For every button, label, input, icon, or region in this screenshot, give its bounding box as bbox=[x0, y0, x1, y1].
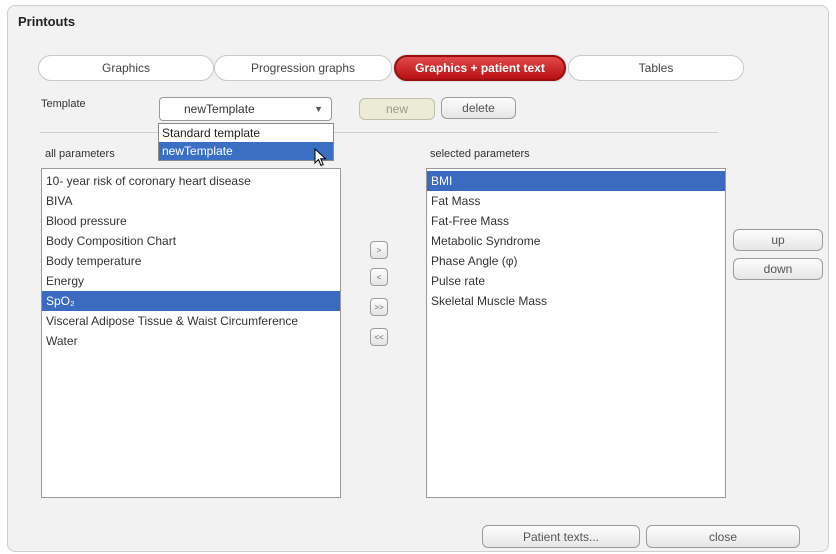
remove-all-parameters-button[interactable]: << bbox=[370, 328, 388, 346]
window-title: Printouts bbox=[18, 14, 76, 29]
patient-texts-button[interactable]: Patient texts... bbox=[482, 525, 640, 548]
all-parameters-item[interactable]: Blood pressure bbox=[42, 211, 340, 231]
tab-graphics-patient-text[interactable]: Graphics + patient text bbox=[394, 55, 566, 81]
all-parameters-item[interactable]: Body Composition Chart bbox=[42, 231, 340, 251]
selected-parameters-header: selected parameters bbox=[430, 148, 530, 160]
selected-parameters-item[interactable]: Metabolic Syndrome bbox=[427, 231, 725, 251]
all-parameters-item[interactable]: Visceral Adipose Tissue & Waist Circumfe… bbox=[42, 311, 340, 331]
selected-parameters-item[interactable]: Skeletal Muscle Mass bbox=[427, 291, 725, 311]
selected-parameters-item-selected[interactable]: BMI bbox=[427, 171, 725, 191]
selected-parameters-list[interactable]: BMI Fat Mass Fat-Free Mass Metabolic Syn… bbox=[426, 168, 726, 498]
move-down-button[interactable]: down bbox=[733, 258, 823, 280]
remove-parameter-button[interactable]: < bbox=[370, 268, 388, 286]
template-selected-value: newTemplate bbox=[184, 102, 255, 116]
new-template-button[interactable]: new bbox=[359, 98, 435, 120]
all-parameters-item[interactable]: Water bbox=[42, 331, 340, 351]
tab-graphics[interactable]: Graphics bbox=[38, 55, 214, 81]
all-parameters-item-selected[interactable]: SpO₂ bbox=[42, 291, 340, 311]
all-parameters-item[interactable]: 10- year risk of coronary heart disease bbox=[42, 171, 340, 191]
selected-parameters-item[interactable]: Fat-Free Mass bbox=[427, 211, 725, 231]
tab-progression-graphs[interactable]: Progression graphs bbox=[214, 55, 392, 81]
dropdown-arrow-icon: ▼ bbox=[314, 104, 323, 114]
tab-tables[interactable]: Tables bbox=[568, 55, 744, 81]
mouse-pointer-icon bbox=[314, 148, 327, 167]
template-option-standard[interactable]: Standard template bbox=[159, 124, 333, 142]
add-parameter-button[interactable]: > bbox=[370, 241, 388, 259]
all-parameters-item[interactable]: Energy bbox=[42, 271, 340, 291]
template-label: Template bbox=[41, 98, 86, 110]
template-dropdown[interactable]: newTemplate ▼ bbox=[159, 97, 332, 121]
template-dropdown-list[interactable]: Standard template newTemplate bbox=[158, 123, 334, 161]
separator bbox=[40, 132, 718, 133]
selected-parameters-item[interactable]: Phase Angle (φ) bbox=[427, 251, 725, 271]
move-up-button[interactable]: up bbox=[733, 229, 823, 251]
template-option-newtemplate[interactable]: newTemplate bbox=[159, 142, 333, 160]
add-all-parameters-button[interactable]: >> bbox=[370, 298, 388, 316]
all-parameters-item[interactable]: Body temperature bbox=[42, 251, 340, 271]
selected-parameters-item[interactable]: Fat Mass bbox=[427, 191, 725, 211]
all-parameters-header: all parameters bbox=[45, 148, 115, 160]
all-parameters-list[interactable]: 10- year risk of coronary heart disease … bbox=[41, 168, 341, 498]
delete-template-button[interactable]: delete bbox=[441, 97, 516, 119]
all-parameters-item[interactable]: BIVA bbox=[42, 191, 340, 211]
selected-parameters-item[interactable]: Pulse rate bbox=[427, 271, 725, 291]
close-button[interactable]: close bbox=[646, 525, 800, 548]
